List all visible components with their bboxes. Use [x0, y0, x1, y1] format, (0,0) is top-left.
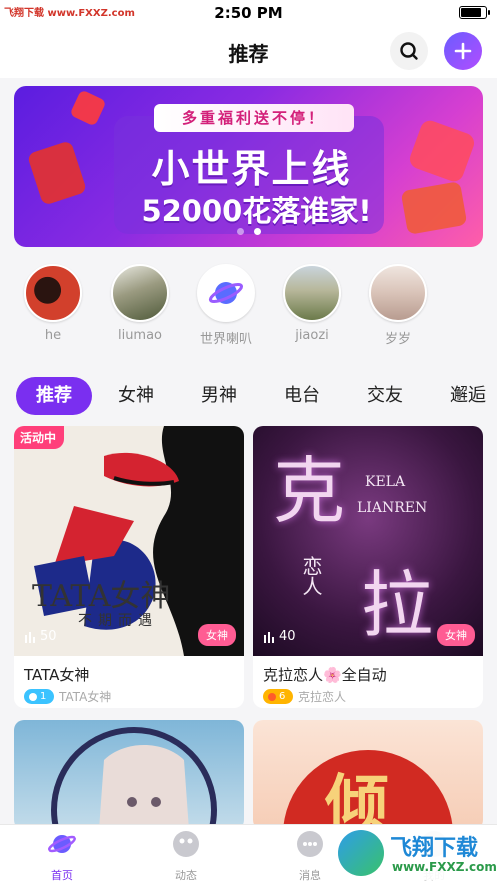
watermark-logo-icon — [338, 830, 384, 876]
tabbar-label: 动态 — [175, 869, 197, 882]
sound-bars-icon — [264, 631, 274, 643]
live-tag: 活动中 — [14, 426, 65, 449]
cover-art-subtitle: 不期而遇 — [78, 613, 158, 629]
watermark-top: 飞翔下载 www.FXXZ.com — [4, 8, 135, 19]
level-icon — [268, 692, 276, 701]
banner-title: 小世界上线 — [151, 147, 352, 191]
plus-icon — [454, 42, 472, 60]
room-card[interactable]: 活动中 TATA女神 不期而遇 50 女神 TATA女神 1 TATA女神 — [14, 426, 244, 708]
avatar — [111, 264, 169, 322]
room-cover: 倾 — [253, 720, 483, 830]
watermark-text: 飞翔下载 — [390, 836, 479, 861]
pagination-dot[interactable] — [236, 228, 244, 235]
level-value: 6 — [279, 691, 286, 702]
level-value: 1 — [40, 691, 47, 702]
user-avatar-item[interactable]: liumao — [100, 264, 180, 343]
dynamic-icon — [173, 831, 199, 857]
room-cover: 活动中 TATA女神 不期而遇 50 女神 — [14, 426, 244, 656]
banner-ribbon: 多重福利送不停！ — [154, 104, 354, 132]
user-avatar-item[interactable]: he — [13, 264, 93, 343]
listener-count: 50 — [24, 629, 57, 644]
avatar — [283, 264, 341, 322]
listener-count-value: 40 — [279, 629, 296, 644]
tab-god[interactable]: 男神 — [201, 377, 237, 415]
room-cover: 克 KELA LIANREN 恋人 拉 40 女神 — [253, 426, 483, 656]
room-card[interactable]: 克 KELA LIANREN 恋人 拉 40 女神 克拉恋人🌸全自动 6 克拉恋… — [253, 426, 483, 708]
tab-goddess[interactable]: 女神 — [118, 377, 154, 415]
level-badge: 6 — [263, 689, 293, 704]
tabbar-item-dynamic[interactable]: 动态 — [146, 829, 226, 883]
watermark-url: www.FXXZ.com — [392, 860, 497, 874]
watermark-bottom: 飞翔下载 www.FXXZ.com — [334, 826, 497, 880]
battery-icon — [459, 6, 490, 19]
search-button[interactable] — [390, 32, 428, 70]
promo-banner[interactable]: 多重福利送不停！ 小世界上线 52000花落谁家! — [14, 86, 483, 247]
planet-icon — [208, 282, 244, 304]
recommended-users: he liumao 世界喇叭 jiaozi 岁岁 — [0, 264, 497, 350]
user-avatar-item[interactable]: 世界喇叭 — [186, 264, 266, 347]
avatar-label: he — [44, 328, 62, 343]
category-tag: 女神 — [437, 624, 475, 646]
tab-radio[interactable]: 电台 — [284, 377, 320, 415]
cover-art-char: 拉 — [361, 563, 434, 647]
level-badge: 1 — [24, 689, 54, 704]
tabbar-item-home[interactable]: 首页 — [22, 829, 102, 883]
header: 推荐 — [0, 26, 497, 78]
avatar-label: jiaozi — [295, 328, 329, 343]
cover-artwork — [51, 727, 217, 830]
room-meta: 1 TATA女神 — [24, 688, 111, 705]
user-avatar-item[interactable]: 岁岁 — [358, 264, 438, 347]
room-cover — [14, 720, 244, 830]
cover-art-char: 克 — [273, 449, 346, 533]
avatar-label: 世界喇叭 — [199, 332, 252, 347]
avatar-label: liumao — [117, 328, 163, 343]
owner-name: TATA女神 — [59, 690, 112, 704]
room-title: TATA女神 — [24, 666, 90, 684]
room-card[interactable]: 倾 — [253, 720, 483, 830]
message-icon — [297, 831, 323, 857]
cover-art-en: LIANREN — [357, 500, 428, 516]
red-envelope-decoration — [400, 181, 468, 235]
listener-count-value: 50 — [40, 629, 57, 644]
add-button[interactable] — [444, 32, 482, 70]
avatar — [24, 264, 82, 322]
level-icon — [29, 692, 37, 701]
owner-name: 克拉恋人 — [298, 690, 347, 704]
room-meta: 6 克拉恋人 — [263, 688, 346, 705]
avatar — [197, 264, 255, 322]
room-title: 克拉恋人🌸全自动 — [263, 666, 387, 684]
tabbar-label: 首页 — [51, 869, 73, 882]
sound-bars-icon — [25, 631, 35, 643]
avatar-label: 岁岁 — [384, 332, 411, 347]
banner-subtitle: 52000花落谁家! — [141, 194, 372, 228]
tab-recommend[interactable]: 推荐 — [16, 377, 92, 415]
listener-count: 40 — [263, 629, 296, 644]
category-tabs: 推荐 女神 男神 电台 交友 邂逅 — [0, 374, 497, 418]
tab-encounter[interactable]: 邂逅 — [450, 377, 486, 415]
cover-art-char: 倾 — [325, 768, 389, 830]
red-envelope-decoration — [407, 117, 477, 185]
banner-pagination — [14, 228, 483, 235]
tab-dating[interactable]: 交友 — [367, 377, 403, 415]
avatar — [369, 264, 427, 322]
cover-art-en: KELA — [365, 474, 406, 490]
category-tag: 女神 — [198, 624, 236, 646]
planet-icon — [47, 835, 77, 853]
cover-art-title: TATA女神 — [32, 579, 171, 614]
user-avatar-item[interactable]: jiaozi — [272, 264, 352, 343]
room-card[interactable] — [14, 720, 244, 830]
pagination-dot-active[interactable] — [253, 228, 261, 235]
search-icon — [400, 42, 418, 60]
red-envelope-decoration — [69, 89, 107, 127]
red-envelope-decoration — [26, 140, 88, 206]
cover-art-small: 恋人 — [299, 556, 323, 596]
